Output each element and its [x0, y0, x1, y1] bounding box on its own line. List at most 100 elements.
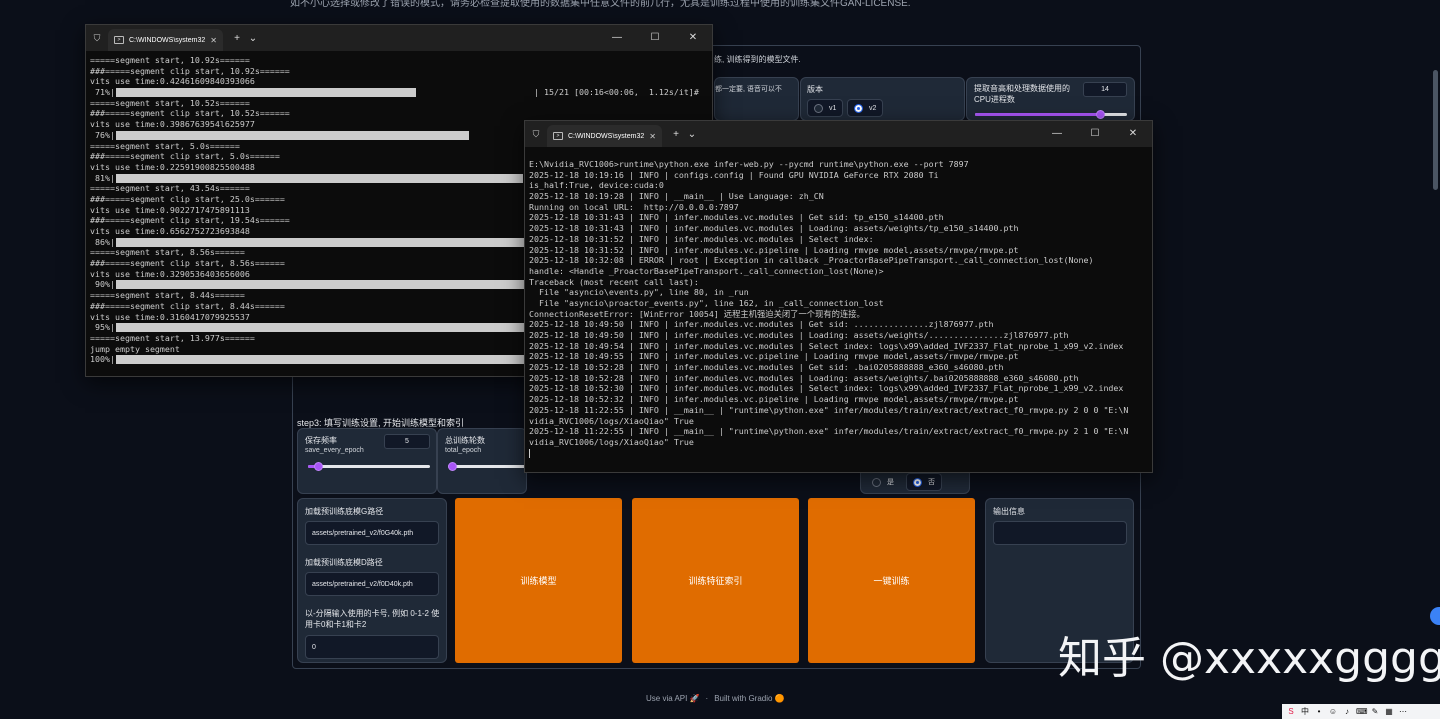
footer: Use via API 🚀 · Built with Gradio 🟠 — [646, 694, 785, 703]
radio-v2-dot[interactable] — [854, 103, 863, 113]
tab-close-icon[interactable]: ✕ — [210, 36, 217, 45]
maximize-icon[interactable]: ☐ — [636, 25, 674, 51]
terminal-line: File "asyncio\events.py", line 80, in _r… — [529, 287, 749, 298]
radio-yes-dot[interactable] — [872, 477, 881, 487]
line-text: =====segment start, 10.52s====== — [90, 97, 250, 108]
chevron-down-icon[interactable]: ⌄ — [684, 129, 700, 140]
radio-v1[interactable]: v1 — [807, 99, 844, 117]
total-epoch-panel: 总训练轮数 total_epoch — [437, 428, 528, 494]
total-epoch-slider-thumb[interactable] — [448, 462, 457, 471]
terminal-line: 2025-12-18 10:49:54 | INFO | infer.modul… — [529, 340, 1124, 351]
radio-v1-dot[interactable] — [814, 103, 823, 113]
terminal-output[interactable]: E:\Nvidia_RVC1006>runtime\python.exe inf… — [525, 147, 1152, 462]
terminal-line: 2025-12-18 10:52:30 | INFO | infer.modul… — [529, 383, 1124, 394]
line-text: 86%| — [90, 236, 115, 247]
output-textbox[interactable] — [993, 521, 1127, 545]
cpu-slider[interactable] — [975, 110, 1127, 119]
progress-line: 71%| | 15/21 [00:16<00:06, 1.12s/it]# — [90, 87, 708, 98]
radio-v2[interactable]: v2 — [847, 99, 884, 117]
footer-gradio-link[interactable]: Built with Gradio 🟠 — [714, 694, 784, 703]
line-text: vits use time:0.6562752723693848 — [90, 226, 250, 236]
line-text: vits use time:0.22591900825500488 — [90, 161, 255, 172]
system-tray: S 中 • ☺ ♪ ⌨ ✎ ▦ ⋯ — [1282, 704, 1440, 719]
line-text: ###=====segment clip start, 25.0s====== — [90, 193, 285, 204]
radio-yes[interactable]: 是 — [866, 473, 900, 491]
save-freq-slider[interactable] — [308, 462, 430, 471]
total-epoch-sublabel: total_epoch — [445, 447, 482, 454]
step-description: 练, 训练得到的模型文件. — [714, 55, 801, 64]
terminal-tab[interactable]: > C:\WINDOWS\system32\cmd. ✕ — [108, 29, 223, 51]
titlebar[interactable]: ⛉ > C:\WINDOWS\system32\cmd. ✕ + ⌄ — ☐ ✕ — [86, 25, 712, 51]
skin-icon[interactable]: ✎ — [1370, 707, 1380, 716]
radio-v2-label: v2 — [869, 104, 877, 112]
terminal-line: 2025-12-18 10:31:52 | INFO | infer.modul… — [529, 233, 874, 244]
pretrained-d-label: 加载预训练底模D路径 — [305, 558, 383, 567]
close-icon[interactable]: ✕ — [674, 25, 712, 51]
train-index-button[interactable]: 训练特征索引 — [632, 498, 799, 663]
radio-no[interactable]: 否 — [906, 473, 942, 491]
footer-separator: · — [705, 694, 709, 703]
save-freq-sublabel: save_every_epoch — [305, 447, 364, 454]
terminal-line: Traceback (most recent call last): — [529, 276, 699, 287]
minimize-icon[interactable]: — — [1038, 121, 1076, 147]
cpu-slider-thumb[interactable] — [1095, 110, 1105, 119]
terminal-line: 2025-12-18 10:49:50 | INFO | infer.modul… — [529, 319, 994, 330]
terminal-line: 2025-12-18 10:49:55 | INFO | infer.modul… — [529, 351, 1019, 362]
train-model-button[interactable]: 训练模型 — [455, 498, 622, 663]
page-scrollbar[interactable] — [1433, 70, 1438, 190]
line-text: ###=====segment clip start, 10.92s====== — [90, 65, 290, 76]
save-freq-slider-thumb[interactable] — [313, 462, 323, 471]
pretrained-g-input[interactable]: assets/pretrained_v2/f0G40k.pth — [305, 521, 439, 545]
line-text: =====segment start, 5.0s====== — [90, 140, 240, 151]
terminal-line: 2025-12-18 11:22:55 | INFO | __main__ | … — [529, 404, 1129, 415]
line-text: =====segment start, 10.92s====== — [90, 55, 250, 65]
terminal-line: 2025-12-18 11:22:55 | INFO | __main__ | … — [529, 426, 1129, 437]
pretrained-g-label: 加载预训练底模G路径 — [305, 507, 384, 516]
terminal-tab[interactable]: > C:\WINDOWS\system32\cmd. ✕ — [547, 125, 662, 147]
ime-mode-icon[interactable]: 中 — [1300, 706, 1310, 717]
punct-icon[interactable]: • — [1314, 707, 1324, 716]
terminal-line: handle: <Handle _ProactorBasePipeTranspo… — [529, 265, 884, 276]
new-tab-icon[interactable]: + — [668, 129, 684, 140]
one-click-train-button[interactable]: 一键训练 — [808, 498, 975, 663]
ime-icon[interactable]: S — [1286, 707, 1296, 716]
line-text: ###=====segment clip start, 5.0s====== — [90, 151, 280, 162]
more-icon[interactable]: ⋯ — [1398, 707, 1408, 716]
total-epoch-slider[interactable] — [448, 462, 528, 471]
grid-icon[interactable]: ▦ — [1384, 707, 1394, 716]
chevron-down-icon[interactable]: ⌄ — [245, 33, 261, 44]
titlebar[interactable]: ⛉ > C:\WINDOWS\system32\cmd. ✕ + ⌄ — ☐ ✕ — [525, 121, 1152, 147]
radio-no-dot[interactable] — [913, 477, 922, 487]
progress-stats: | 15/21 [00:16<00:06, 1.12s/it]# — [534, 87, 699, 98]
terminal-cursor-line[interactable] — [529, 448, 1148, 459]
watermark: 知乎 @xxxxxgggg — [1058, 633, 1440, 684]
line-text: =====segment start, 13.977s====== — [90, 332, 255, 343]
save-freq-input[interactable]: 5 — [384, 434, 430, 449]
page-intro-text: 如不小心选择或修改了错误的模式，请务必检查提取使用的数据集中任意文件的前几行，尤… — [290, 0, 911, 9]
maximize-icon[interactable]: ☐ — [1076, 121, 1114, 147]
terminal-line: 2025-12-18 10:19:16 | INFO | configs.con… — [529, 169, 939, 180]
cpu-panel: 提取音高和处理数据使用的CPU进程数 14 — [966, 77, 1135, 121]
save-freq-panel: 保存频率 save_every_epoch 5 — [297, 428, 437, 494]
mic-icon[interactable]: ♪ — [1342, 707, 1352, 716]
tab-close-icon[interactable]: ✕ — [649, 132, 656, 141]
footer-api-link[interactable]: Use via API 🚀 — [646, 694, 700, 703]
terminal-line: 2025-12-18 10:52:28 | INFO | infer.modul… — [529, 372, 1079, 383]
minimize-icon[interactable]: — — [598, 25, 636, 51]
line-text: ###=====segment clip start, 8.44s====== — [90, 300, 285, 311]
cpu-slider-fill — [975, 113, 1100, 116]
new-tab-icon[interactable]: + — [229, 33, 245, 44]
terminal-line: 2025-12-18 10:52:28 | INFO | infer.modul… — [529, 362, 1004, 373]
terminal-line: ConnectionResetError: [WinError 10054] 远… — [529, 308, 865, 319]
close-icon[interactable]: ✕ — [1114, 121, 1152, 147]
line-text: 81%| — [90, 172, 115, 183]
cpu-input[interactable]: 14 — [1083, 82, 1127, 97]
gpu-input[interactable]: 0 — [305, 635, 439, 659]
emoji-icon[interactable]: ☺ — [1328, 707, 1338, 716]
progress-bar — [116, 88, 416, 98]
terminal-window-server[interactable]: ⛉ > C:\WINDOWS\system32\cmd. ✕ + ⌄ — ☐ ✕… — [524, 120, 1153, 473]
pretrained-d-input[interactable]: assets/pretrained_v2/f0D40k.pth — [305, 572, 439, 596]
keyboard-icon[interactable]: ⌨ — [1356, 707, 1368, 716]
radio-no-label: 否 — [928, 479, 935, 486]
line-text: vits use time:0.3160417079925537 — [90, 311, 250, 322]
